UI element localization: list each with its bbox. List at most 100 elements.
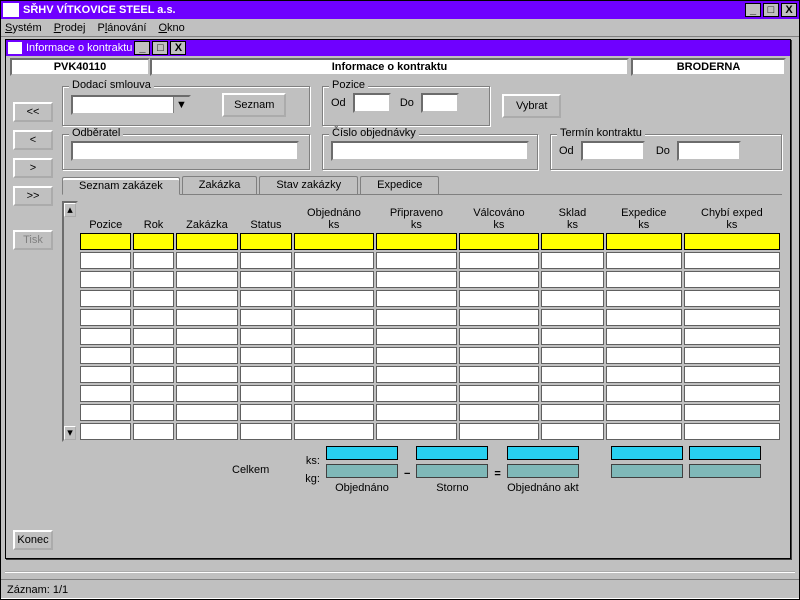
table-cell[interactable] bbox=[376, 328, 456, 345]
table-cell[interactable] bbox=[541, 366, 604, 383]
table-cell[interactable] bbox=[541, 347, 604, 364]
table-cell[interactable] bbox=[80, 271, 131, 288]
table-cell[interactable] bbox=[606, 366, 682, 383]
konec-button[interactable]: Konec bbox=[13, 530, 53, 550]
table-cell[interactable] bbox=[606, 347, 682, 364]
table-cell[interactable] bbox=[459, 328, 539, 345]
table-cell[interactable] bbox=[294, 233, 374, 250]
table-cell[interactable] bbox=[376, 252, 456, 269]
table-cell[interactable] bbox=[240, 385, 291, 402]
table-cell[interactable] bbox=[240, 328, 291, 345]
table-cell[interactable] bbox=[376, 309, 456, 326]
table-cell[interactable] bbox=[606, 233, 682, 250]
internal-close-button[interactable]: X bbox=[170, 41, 186, 55]
internal-maximize-button[interactable]: □ bbox=[152, 41, 168, 55]
table-cell[interactable] bbox=[240, 252, 291, 269]
objednavka-input[interactable] bbox=[331, 141, 529, 161]
table-cell[interactable] bbox=[459, 423, 539, 440]
table-cell[interactable] bbox=[176, 366, 239, 383]
table-cell[interactable] bbox=[80, 404, 131, 421]
scroll-down-icon[interactable]: ▾ bbox=[64, 426, 76, 440]
table-cell[interactable] bbox=[459, 385, 539, 402]
menu-okno[interactable]: Okno bbox=[158, 22, 184, 34]
table-cell[interactable] bbox=[80, 385, 131, 402]
table-cell[interactable] bbox=[80, 290, 131, 307]
table-cell[interactable] bbox=[240, 290, 291, 307]
table-cell[interactable] bbox=[294, 252, 374, 269]
table-cell[interactable] bbox=[133, 290, 173, 307]
table-cell[interactable] bbox=[176, 404, 239, 421]
table-cell[interactable] bbox=[541, 252, 604, 269]
nav-prev-button[interactable]: < bbox=[13, 130, 53, 150]
table-row[interactable] bbox=[80, 290, 780, 307]
menu-planovani[interactable]: Plánování bbox=[98, 22, 147, 34]
table-cell[interactable] bbox=[294, 347, 374, 364]
table-cell[interactable] bbox=[133, 385, 173, 402]
table-cell[interactable] bbox=[684, 404, 780, 421]
table-row[interactable] bbox=[80, 233, 780, 250]
table-cell[interactable] bbox=[684, 366, 780, 383]
table-cell[interactable] bbox=[459, 366, 539, 383]
table-cell[interactable] bbox=[684, 233, 780, 250]
table-cell[interactable] bbox=[80, 233, 131, 250]
table-cell[interactable] bbox=[294, 423, 374, 440]
close-button[interactable]: X bbox=[781, 3, 797, 17]
scroll-up-icon[interactable]: ▴ bbox=[64, 203, 76, 217]
table-cell[interactable] bbox=[294, 366, 374, 383]
pozice-od-input[interactable] bbox=[353, 93, 391, 113]
table-cell[interactable] bbox=[176, 252, 239, 269]
table-cell[interactable] bbox=[294, 309, 374, 326]
table-cell[interactable] bbox=[176, 271, 239, 288]
table-cell[interactable] bbox=[240, 309, 291, 326]
tab-zakazka[interactable]: Zakázka bbox=[182, 176, 258, 194]
table-cell[interactable] bbox=[459, 347, 539, 364]
table-cell[interactable] bbox=[459, 404, 539, 421]
table-cell[interactable] bbox=[294, 385, 374, 402]
nav-first-button[interactable]: << bbox=[13, 102, 53, 122]
table-cell[interactable] bbox=[376, 271, 456, 288]
seznam-button[interactable]: Seznam bbox=[222, 93, 286, 117]
menu-prodej[interactable]: Prodej bbox=[54, 22, 86, 34]
table-cell[interactable] bbox=[176, 328, 239, 345]
table-cell[interactable] bbox=[133, 309, 173, 326]
table-cell[interactable] bbox=[176, 233, 239, 250]
table-cell[interactable] bbox=[376, 290, 456, 307]
table-cell[interactable] bbox=[176, 347, 239, 364]
table-cell[interactable] bbox=[606, 328, 682, 345]
table-cell[interactable] bbox=[376, 233, 456, 250]
termin-od-input[interactable] bbox=[581, 141, 645, 161]
table-cell[interactable] bbox=[176, 385, 239, 402]
table-cell[interactable] bbox=[80, 252, 131, 269]
table-cell[interactable] bbox=[606, 252, 682, 269]
table-cell[interactable] bbox=[176, 423, 239, 440]
maximize-button[interactable]: □ bbox=[763, 3, 779, 17]
table-cell[interactable] bbox=[240, 404, 291, 421]
table-cell[interactable] bbox=[376, 404, 456, 421]
pozice-do-input[interactable] bbox=[421, 93, 459, 113]
table-cell[interactable] bbox=[684, 385, 780, 402]
dodaci-input[interactable] bbox=[73, 97, 173, 113]
table-row[interactable] bbox=[80, 271, 780, 288]
table-cell[interactable] bbox=[606, 290, 682, 307]
table-cell[interactable] bbox=[133, 328, 173, 345]
table-cell[interactable] bbox=[176, 309, 239, 326]
table-cell[interactable] bbox=[80, 328, 131, 345]
table-cell[interactable] bbox=[541, 423, 604, 440]
table-cell[interactable] bbox=[240, 366, 291, 383]
table-cell[interactable] bbox=[80, 366, 131, 383]
table-cell[interactable] bbox=[684, 309, 780, 326]
table-cell[interactable] bbox=[606, 423, 682, 440]
minimize-button[interactable]: _ bbox=[745, 3, 761, 17]
table-cell[interactable] bbox=[294, 271, 374, 288]
table-row[interactable] bbox=[80, 309, 780, 326]
table-cell[interactable] bbox=[294, 290, 374, 307]
tab-seznam-zakazek[interactable]: Seznam zakázek bbox=[62, 177, 180, 195]
table-cell[interactable] bbox=[684, 328, 780, 345]
nav-next-button[interactable]: > bbox=[13, 158, 53, 178]
nav-last-button[interactable]: >> bbox=[13, 186, 53, 206]
dodaci-combo[interactable]: ▼ bbox=[71, 95, 191, 115]
table-row[interactable] bbox=[80, 328, 780, 345]
table-cell[interactable] bbox=[459, 233, 539, 250]
table-cell[interactable] bbox=[240, 233, 291, 250]
table-cell[interactable] bbox=[133, 252, 173, 269]
